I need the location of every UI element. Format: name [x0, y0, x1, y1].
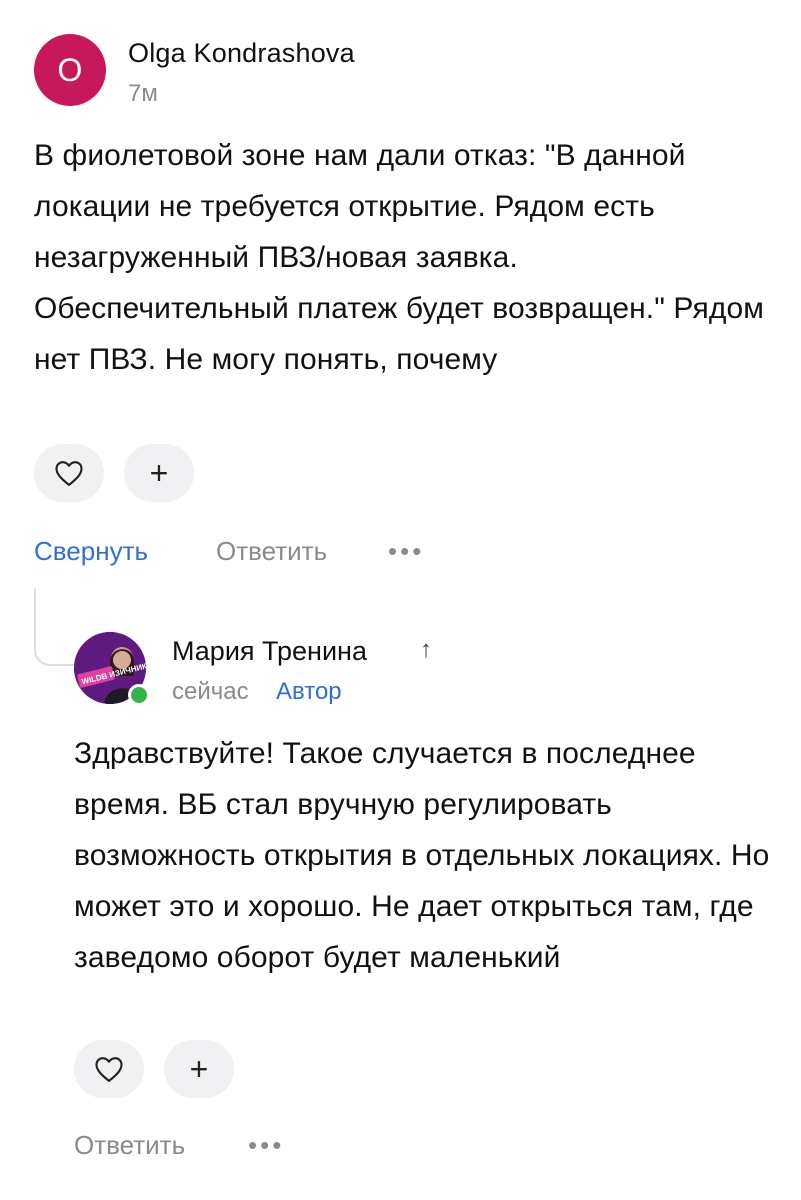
reply-more-options-icon[interactable]: •••	[248, 1130, 284, 1161]
avatar-letter: O	[57, 51, 83, 88]
collapse-link[interactable]: Свернуть	[34, 536, 148, 567]
like-button[interactable]	[34, 444, 104, 502]
reply-text: Здравствуйте! Такое случается в последне…	[74, 737, 770, 974]
plus-icon: +	[189, 1051, 209, 1087]
arrow-up-icon: ↑	[420, 636, 432, 663]
heart-icon	[95, 1057, 123, 1082]
online-status-indicator	[128, 684, 150, 706]
reply-add-reaction-button[interactable]: +	[164, 1040, 234, 1098]
author-name[interactable]: Olga Kondrashova	[128, 38, 355, 69]
reply-like-button[interactable]	[74, 1040, 144, 1098]
add-reaction-button[interactable]: +	[124, 444, 194, 502]
comment-time: 7м	[128, 80, 158, 107]
comment-text: В фиолетовой зоне нам дали отказ: "В дан…	[34, 139, 764, 376]
thread-connector	[34, 588, 74, 666]
reply-time: сейчас	[172, 678, 249, 705]
reply-link[interactable]: Ответить	[216, 536, 327, 567]
avatar[interactable]: O	[34, 34, 106, 106]
more-options-icon[interactable]: •••	[388, 536, 424, 567]
plus-icon: +	[149, 455, 169, 491]
heart-icon	[55, 461, 83, 486]
reply-reply-link[interactable]: Ответить	[74, 1130, 185, 1161]
author-badge: Автор	[276, 678, 342, 705]
reply-author-name[interactable]: Мария Тренина	[172, 636, 367, 667]
